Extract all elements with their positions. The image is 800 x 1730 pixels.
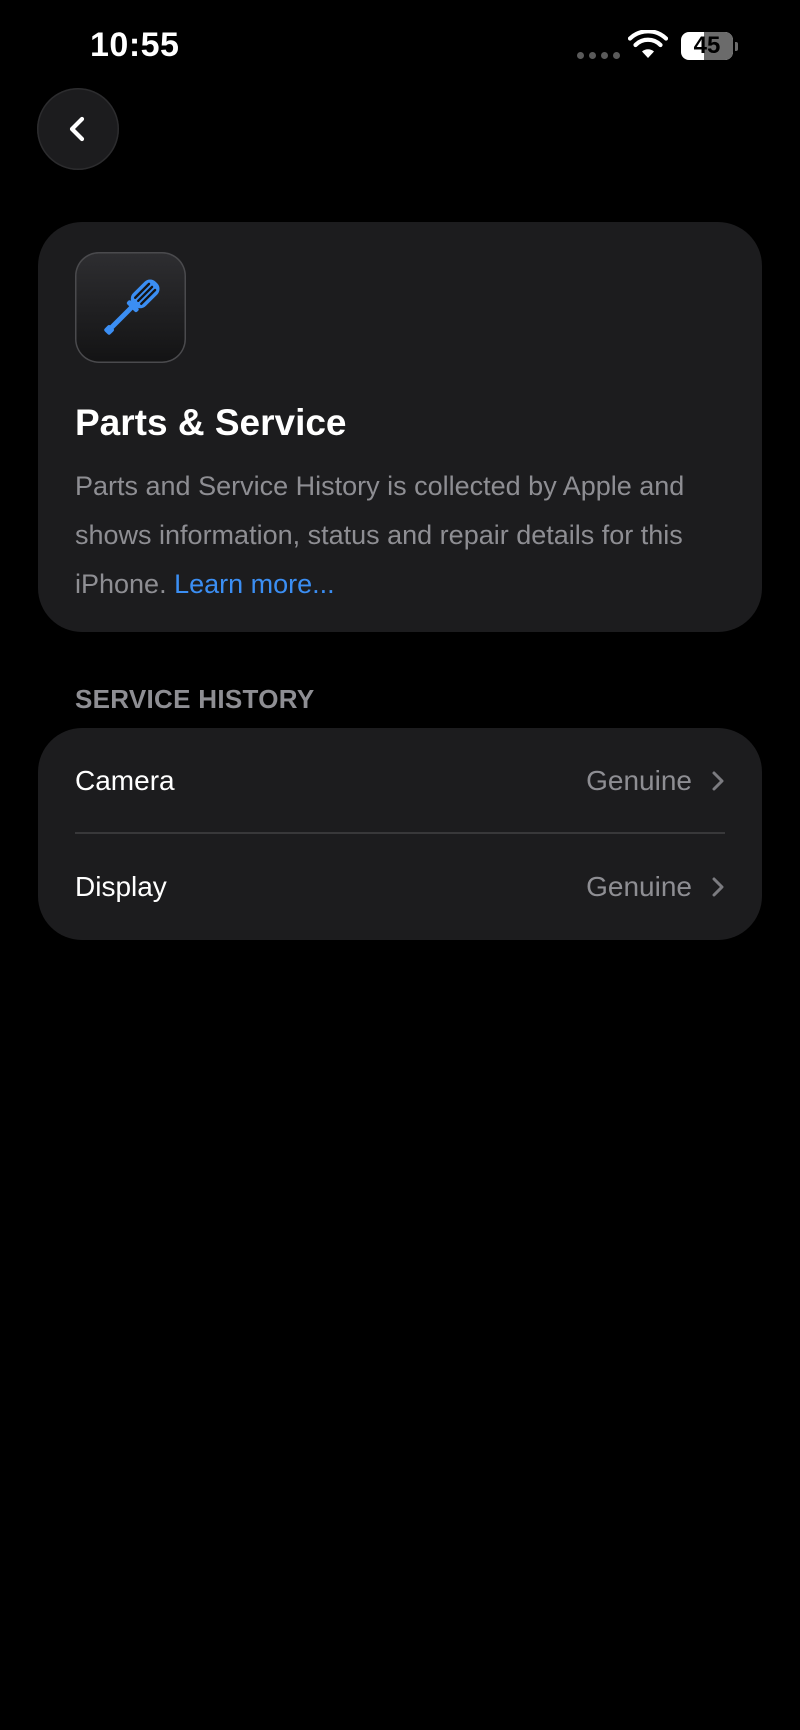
row-label: Camera: [75, 765, 175, 796]
cellular-signal-icon: [577, 52, 620, 59]
row-status-value: Genuine: [586, 871, 692, 902]
learn-more-link[interactable]: Learn more...: [174, 569, 335, 599]
chevron-left-icon: [69, 116, 85, 142]
list-item-display[interactable]: Display Genuine: [38, 834, 762, 940]
back-button[interactable]: [37, 88, 119, 170]
chevron-right-icon: [712, 877, 724, 897]
chevron-right-icon: [712, 771, 724, 791]
page-title: Parts & Service: [75, 402, 347, 443]
wifi-icon: [628, 30, 668, 58]
status-bar: 10:55 45: [0, 0, 800, 96]
row-label: Display: [75, 871, 167, 902]
card-description: Parts and Service History is collected b…: [75, 462, 735, 609]
status-time: 10:55: [90, 26, 180, 64]
section-header-service-history: SERVICE HISTORY: [75, 684, 315, 714]
row-status-value: Genuine: [586, 765, 692, 796]
battery-percent: 45: [693, 32, 721, 59]
list-item-camera[interactable]: Camera Genuine: [38, 728, 762, 834]
battery-indicator: 45: [681, 32, 738, 60]
parts-service-card: Parts & Service Parts and Service Histor…: [38, 222, 762, 632]
description-text: Parts and Service History is collected b…: [75, 471, 685, 599]
screwdriver-icon: [75, 252, 186, 363]
service-history-list: Camera Genuine Display Genuine: [38, 728, 762, 940]
